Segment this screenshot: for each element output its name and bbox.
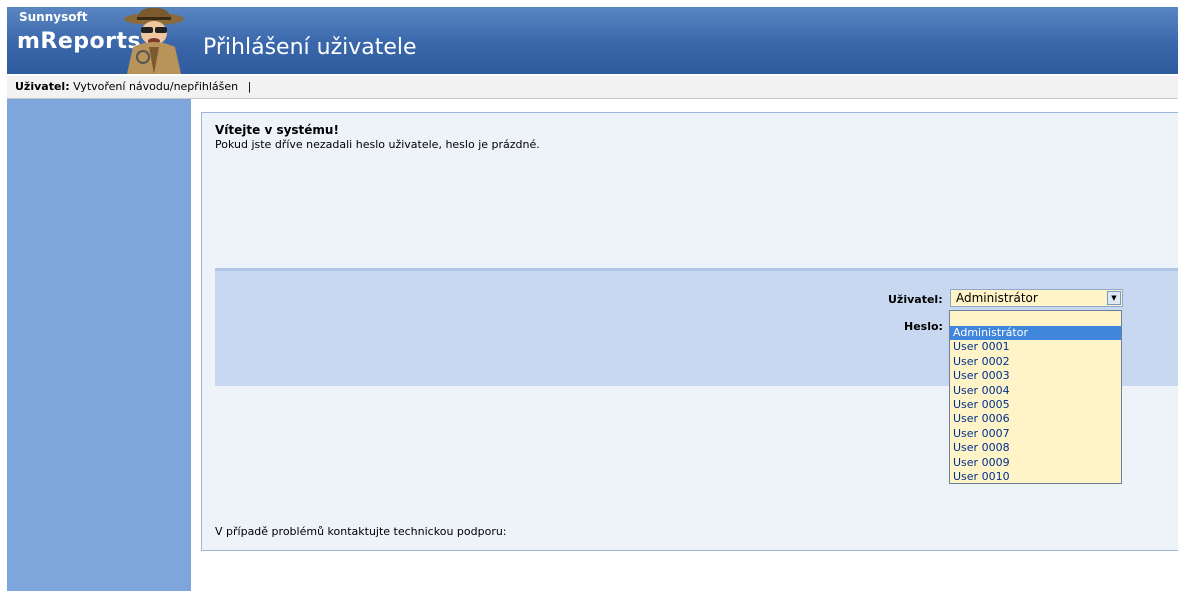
dropdown-option[interactable]: User 0010 xyxy=(950,470,1121,483)
password-field-label: Heslo: xyxy=(904,320,943,333)
user-status-value: Vytvoření návodu/nepřihlášen xyxy=(73,80,239,93)
user-field-label: Uživatel: xyxy=(888,293,943,306)
user-dropdown-list[interactable]: Administrátor User 0001 User 0002 User 0… xyxy=(949,310,1122,484)
login-form-divider xyxy=(215,268,1178,271)
dropdown-option[interactable]: User 0009 xyxy=(950,456,1121,470)
dropdown-option[interactable]: User 0007 xyxy=(950,427,1121,441)
dropdown-option[interactable]: User 0002 xyxy=(950,355,1121,369)
dropdown-option[interactable]: User 0003 xyxy=(950,369,1121,383)
dropdown-option[interactable]: User 0001 xyxy=(950,340,1121,354)
user-select-value: Administrátor xyxy=(956,291,1038,305)
dropdown-option[interactable]: User 0008 xyxy=(950,441,1121,455)
welcome-text: Pokud jste dříve nezadali heslo uživatel… xyxy=(215,138,540,151)
support-text: V případě problémů kontaktujte technicko… xyxy=(215,525,507,538)
detective-mascot-icon xyxy=(124,7,184,74)
dropdown-option[interactable]: Administrátor xyxy=(950,326,1121,341)
user-select[interactable]: Administrátor ▼ xyxy=(950,289,1123,307)
sidebar xyxy=(7,99,191,591)
dropdown-blank-row xyxy=(950,311,1121,326)
dropdown-option[interactable]: User 0004 xyxy=(950,384,1121,398)
user-status-separator: | xyxy=(247,80,252,93)
dropdown-option[interactable]: User 0006 xyxy=(950,412,1121,426)
brand-company: Sunnysoft xyxy=(19,10,88,24)
page-title: Přihlášení uživatele xyxy=(203,35,417,60)
user-status-label: Uživatel: xyxy=(15,80,70,93)
welcome-title: Vítejte v systému! xyxy=(215,123,339,137)
app-header: Sunnysoft mReports Přihlášení uživatele xyxy=(7,7,1178,74)
dropdown-option[interactable]: User 0005 xyxy=(950,398,1121,412)
chevron-down-icon[interactable]: ▼ xyxy=(1107,291,1121,305)
user-status-bar: Uživatel: Vytvoření návodu/nepřihlášen | xyxy=(7,76,1178,99)
